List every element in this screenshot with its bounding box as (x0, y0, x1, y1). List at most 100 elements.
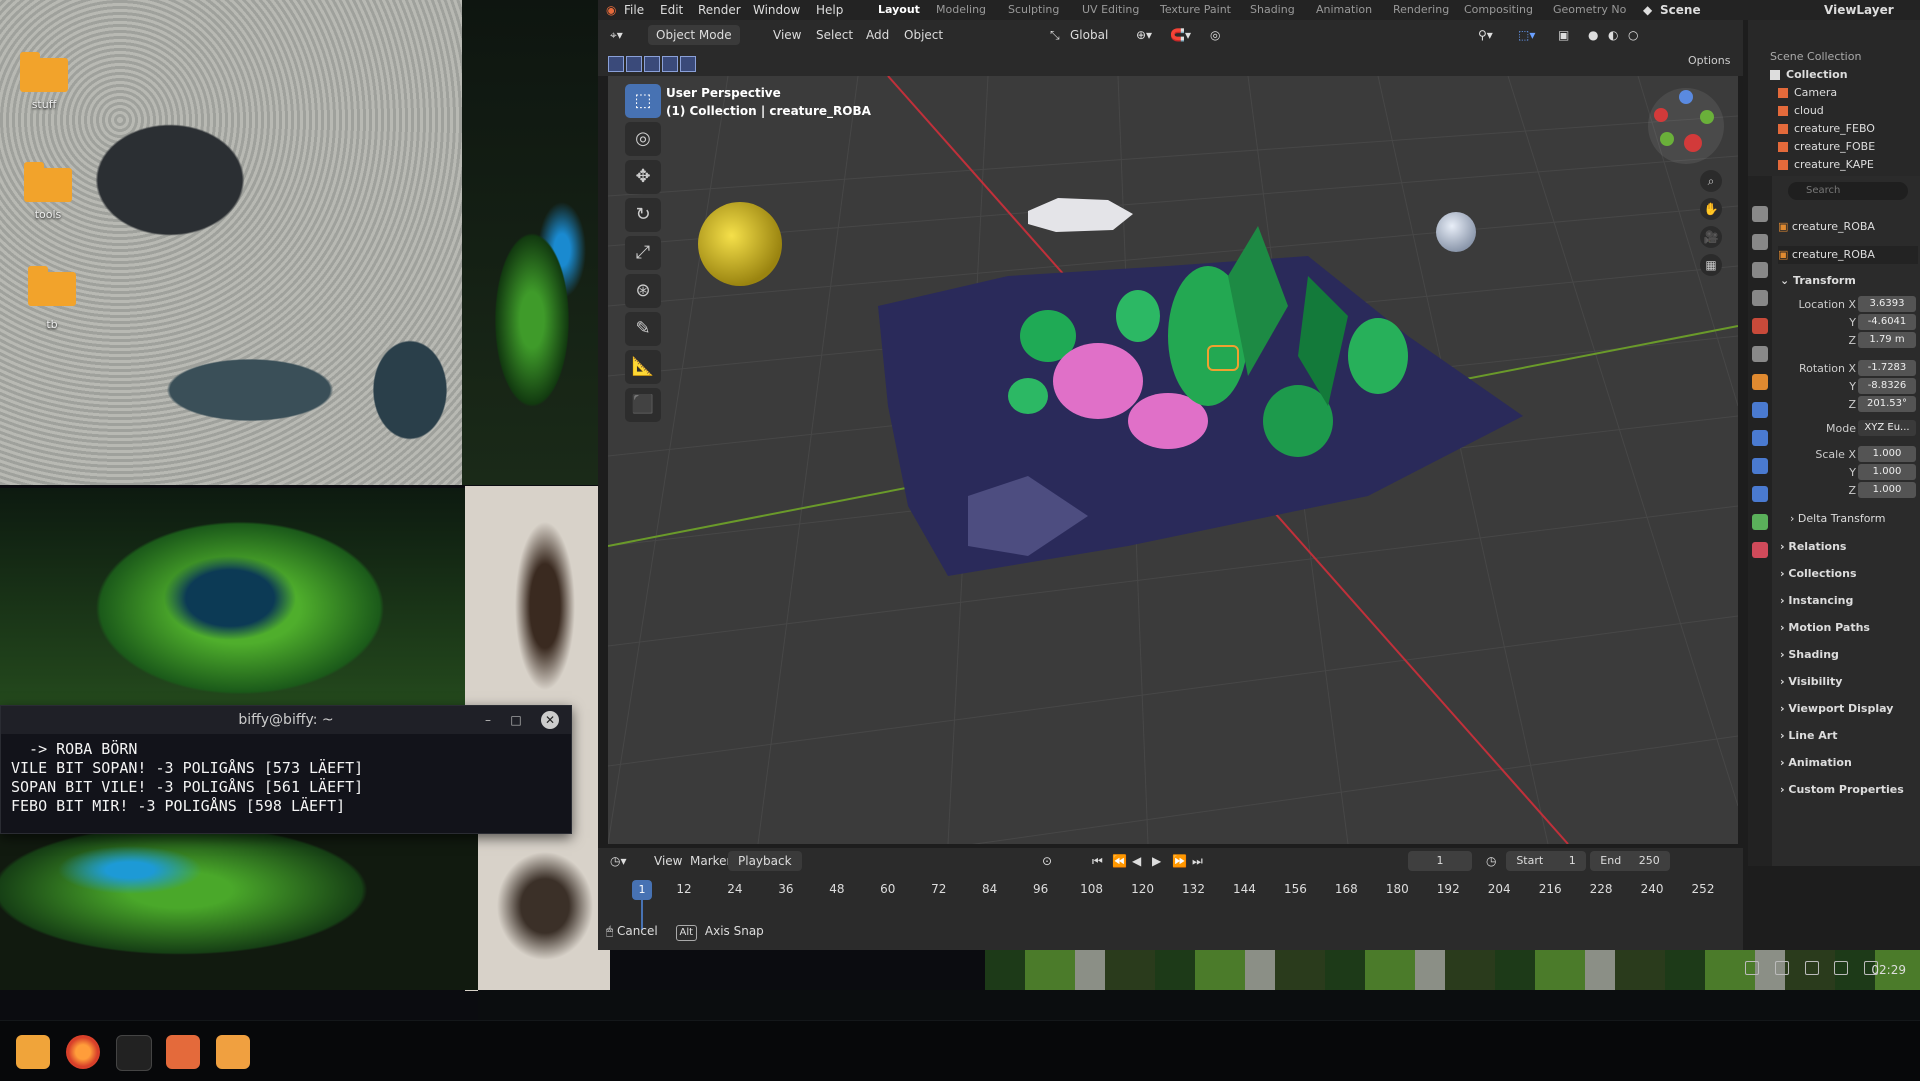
tab-geometry-nodes[interactable]: Geometry No (1553, 0, 1626, 20)
shading-solid-icon[interactable]: ● (1588, 20, 1598, 50)
tab-modeling[interactable]: Modeling (936, 0, 986, 20)
scale-y-field[interactable]: 1.000 (1858, 464, 1916, 480)
timeline-ruler[interactable]: 12 24 36 48 60 72 84 96 108 120 132 144 156 168 180 192… (598, 876, 1743, 906)
transform-tool-icon[interactable]: ⊛ (625, 274, 661, 308)
blender-app-icon[interactable] (216, 1035, 250, 1069)
constraints-tab-icon[interactable] (1752, 486, 1768, 502)
menu-render[interactable]: Render (698, 0, 741, 20)
view-layer-tab-icon[interactable] (1752, 290, 1768, 306)
world-tab-icon[interactable] (1752, 346, 1768, 362)
select-intersect-icon[interactable] (680, 56, 696, 72)
editor-type-icon[interactable]: ⌖▾ (610, 20, 623, 50)
blender-logo-icon[interactable]: ◉ (606, 0, 616, 20)
ortho-grid-icon[interactable]: ▦ (1700, 254, 1722, 276)
3d-viewport[interactable]: User Perspective (1) Collection | creatu… (608, 76, 1738, 844)
scale-x-field[interactable]: 1.000 (1858, 446, 1916, 462)
properties-panel[interactable]: Search ▣ creature_ROBA ▣ creature_ROBA ⌄… (1748, 176, 1920, 866)
location-z-field[interactable]: 1.79 m (1858, 332, 1916, 348)
rotation-mode-dropdown[interactable]: XYZ Eu... (1858, 420, 1916, 436)
snap-icon[interactable]: 🧲▾ (1170, 20, 1191, 50)
object-tab-icon[interactable] (1752, 374, 1768, 390)
scale-z-field[interactable]: 1.000 (1858, 482, 1916, 498)
material-tab-icon[interactable] (1752, 542, 1768, 558)
menu-object[interactable]: Object (904, 20, 943, 50)
camera-view-icon[interactable]: 🎥 (1700, 226, 1722, 248)
clock[interactable]: 02:29 (1871, 963, 1906, 977)
panel-relations[interactable]: › Relations (1780, 538, 1846, 556)
folder-icon[interactable] (20, 52, 68, 92)
gizmo-x-icon[interactable] (1654, 108, 1668, 122)
particles-tab-icon[interactable] (1752, 430, 1768, 446)
playhead[interactable]: 1 (632, 880, 652, 900)
add-cube-tool-icon[interactable]: ⬛ (625, 388, 661, 422)
panel-viewport-display[interactable]: › Viewport Display (1780, 700, 1893, 718)
start-frame-field[interactable]: Start 1 (1506, 851, 1586, 871)
clock-icon[interactable]: ◷▾ (610, 848, 627, 874)
tab-shading[interactable]: Shading (1250, 0, 1295, 20)
menu-select[interactable]: Select (816, 20, 853, 50)
select-subtract-icon[interactable] (644, 56, 660, 72)
shading-render-icon[interactable]: ○ (1628, 20, 1638, 50)
outliner-collection[interactable]: Collection (1770, 66, 1848, 84)
pivot-icon[interactable]: ⊕▾ (1136, 20, 1152, 50)
display-icon[interactable] (1804, 960, 1819, 975)
timeline-menu-playback[interactable]: Playback (728, 851, 802, 871)
gizmo-negy-icon[interactable] (1660, 132, 1674, 146)
proportional-edit-icon[interactable]: ◎ (1210, 20, 1220, 50)
render-tab-icon[interactable] (1752, 234, 1768, 250)
folder-icon[interactable] (24, 162, 72, 202)
outliner-item-creature-febo[interactable]: creature_FEBO (1778, 120, 1875, 138)
panel-delta-transform[interactable]: › Delta Transform (1790, 510, 1885, 528)
select-extend-icon[interactable] (626, 56, 642, 72)
scale-tool-icon[interactable]: ⤢ (625, 236, 661, 270)
cursor-tool-icon[interactable]: ◎ (625, 122, 661, 156)
navigation-gizmo[interactable] (1648, 88, 1724, 164)
tab-rendering[interactable]: Rendering (1393, 0, 1449, 20)
tab-layout[interactable]: Layout (878, 0, 920, 20)
end-frame-field[interactable]: End 250 (1590, 851, 1670, 871)
clipboard-icon[interactable] (1745, 960, 1759, 975)
maximize-button[interactable]: □ (507, 711, 525, 729)
play-icon[interactable]: ▶ (1152, 848, 1161, 874)
modifier-tab-icon[interactable] (1752, 402, 1768, 418)
jump-end-icon[interactable]: ⏭ (1192, 848, 1203, 874)
rotate-tool-icon[interactable]: ↻ (625, 198, 661, 232)
menu-add[interactable]: Add (866, 20, 889, 50)
timeline-menu-view[interactable]: View (654, 848, 682, 874)
tab-compositing[interactable]: Compositing (1464, 0, 1533, 20)
pan-hand-icon[interactable]: ✋ (1700, 198, 1722, 220)
orientation-dropdown[interactable]: Global (1070, 20, 1108, 50)
image-app-icon[interactable] (166, 1035, 200, 1069)
rotation-z-field[interactable]: 201.53° (1858, 396, 1916, 412)
panel-collections[interactable]: › Collections (1780, 565, 1857, 583)
scene-selector[interactable]: Scene (1660, 0, 1701, 20)
rotation-x-field[interactable]: -1.7283 (1858, 360, 1916, 376)
outliner-item-cloud[interactable]: cloud (1778, 102, 1824, 120)
terminal-window[interactable]: biffy@biffy: ~ – □ ✕ -> ROBA BÖRN VILE BI… (0, 705, 572, 834)
outliner-scene-collection[interactable]: Scene Collection (1770, 48, 1861, 66)
folder-icon[interactable] (28, 266, 76, 306)
tab-texture-paint[interactable]: Texture Paint (1160, 0, 1231, 20)
timeline-editor[interactable]: ◷▾ View Marker Playback ⊙ ⏮ ⏪ ◀ ▶ ⏩ ⏭ 1 … (598, 848, 1743, 950)
select-tool-icon[interactable]: ⬚ (625, 84, 661, 118)
menu-edit[interactable]: Edit (660, 0, 683, 20)
scene-tab-icon[interactable] (1752, 318, 1768, 334)
xray-icon[interactable]: ▣ (1558, 20, 1569, 50)
minimize-button[interactable]: – (479, 711, 497, 729)
menu-window[interactable]: Window (753, 0, 800, 20)
prev-keyframe-icon[interactable]: ⏪ (1112, 848, 1127, 874)
rotation-y-field[interactable]: -8.8326 (1858, 378, 1916, 394)
outliner-item-camera[interactable]: Camera (1778, 84, 1837, 102)
panel-animation[interactable]: › Animation (1780, 754, 1852, 772)
tab-uv-editing[interactable]: UV Editing (1082, 0, 1139, 20)
panel-visibility[interactable]: › Visibility (1780, 673, 1842, 691)
data-tab-icon[interactable] (1752, 514, 1768, 530)
gizmo-negx-icon[interactable] (1684, 134, 1702, 152)
files-app-icon[interactable] (16, 1035, 50, 1069)
browser-app-icon[interactable] (66, 1035, 100, 1069)
blender-window[interactable]: ◉ File Edit Render Window Help Layout Mo… (598, 0, 1920, 950)
outliner-item-creature-fobe[interactable]: creature_FOBE (1778, 138, 1875, 156)
panel-custom-properties[interactable]: › Custom Properties (1780, 781, 1904, 799)
tab-animation[interactable]: Animation (1316, 0, 1372, 20)
jump-start-icon[interactable]: ⏮ (1092, 848, 1103, 874)
